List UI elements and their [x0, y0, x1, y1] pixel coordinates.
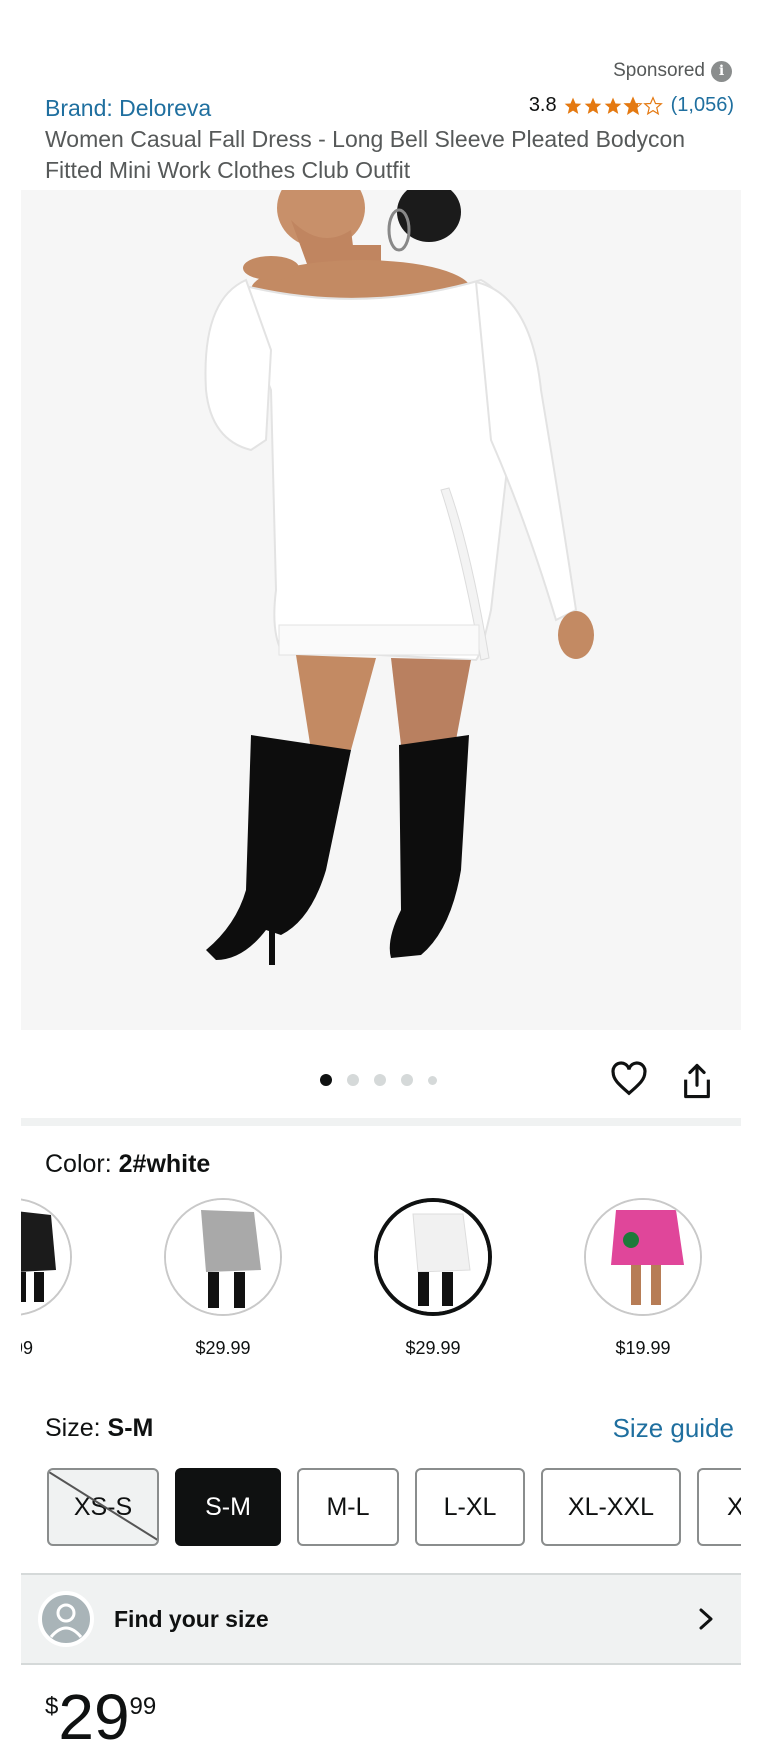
heart-icon[interactable]	[610, 1061, 648, 1097]
gallery-dot[interactable]	[428, 1075, 437, 1085]
size-option-label: M-L	[326, 1492, 370, 1521]
gallery-dot[interactable]	[401, 1074, 413, 1086]
share-icon[interactable]	[680, 1062, 714, 1100]
size-option-label: XL-XXL	[567, 1492, 655, 1521]
product-photo	[21, 190, 741, 1030]
gallery-dot[interactable]	[374, 1074, 386, 1086]
selected-size: S-M	[107, 1414, 154, 1442]
star-icon	[604, 97, 621, 114]
avatar-icon	[38, 1591, 94, 1647]
size-option-label: X	[727, 1492, 741, 1521]
star-icon	[564, 97, 581, 114]
star-icon	[623, 95, 643, 115]
sponsored-text: Sponsored	[613, 60, 705, 81]
unavailable-slash	[49, 1471, 157, 1544]
size-label: Size: S-M	[45, 1414, 153, 1443]
color-option-black[interactable]: .9.99	[21, 1198, 73, 1359]
gallery-pagination[interactable]	[320, 1074, 437, 1086]
info-icon[interactable]: i	[711, 60, 732, 82]
size-option[interactable]: L-XL	[415, 1468, 525, 1546]
product-price: $ 29 99	[45, 1685, 156, 1749]
star-icon	[584, 97, 601, 114]
size-option-selected[interactable]: S-M	[175, 1468, 281, 1546]
swatch-price: $19.99	[615, 1338, 671, 1358]
price-fraction: 99	[129, 1693, 157, 1720]
swatch-image	[374, 1198, 492, 1316]
swatch-price: $29.99	[405, 1338, 461, 1358]
selected-color: 2#white	[118, 1150, 211, 1178]
size-options[interactable]: XS-S S-M M-L L-XL XL-XXL X	[21, 1468, 741, 1548]
size-option[interactable]: X	[697, 1468, 741, 1546]
size-option[interactable]: XL-XXL	[541, 1468, 681, 1546]
swatch-image	[584, 1198, 702, 1316]
star-rating	[563, 95, 663, 116]
brand-link[interactable]: Brand: Deloreva	[45, 95, 211, 122]
price-symbol: $	[45, 1693, 59, 1720]
size-option[interactable]: M-L	[297, 1468, 399, 1546]
size-option-label: S-M	[205, 1492, 251, 1521]
rating[interactable]: 3.8 (1,056)	[529, 94, 734, 117]
size-label-text: Size:	[45, 1414, 108, 1442]
size-option-unavailable[interactable]: XS-S	[47, 1468, 159, 1546]
color-option-gray[interactable]: $29.99	[163, 1198, 283, 1359]
find-your-size-label: Find your size	[114, 1605, 269, 1632]
star-empty-icon	[642, 95, 663, 115]
section-divider	[21, 1118, 741, 1126]
size-option-label: L-XL	[443, 1492, 497, 1521]
gallery-dot[interactable]	[347, 1074, 359, 1086]
sponsored-label[interactable]: Sponsored i	[613, 60, 732, 82]
color-label: Color: 2#white	[45, 1150, 210, 1179]
color-option-white[interactable]: $29.99	[373, 1198, 493, 1359]
swatch-price: $29.99	[195, 1338, 251, 1358]
color-option-pink[interactable]: $19.99	[583, 1198, 703, 1359]
find-your-size-row[interactable]: Find your size	[21, 1573, 741, 1665]
swatch-image	[164, 1198, 282, 1316]
color-swatches[interactable]: .9.99 $29.99 $29.99 $19.99	[21, 1198, 741, 1368]
size-guide-link[interactable]: Size guide	[613, 1413, 734, 1444]
color-label-text: Color:	[45, 1150, 119, 1178]
price-whole: 29	[58, 1681, 130, 1751]
review-count[interactable]: (1,056)	[671, 94, 734, 117]
chevron-right-icon	[699, 1608, 713, 1630]
rating-value: 3.8	[528, 94, 557, 116]
swatch-image	[21, 1198, 72, 1316]
product-image[interactable]	[21, 190, 741, 1030]
gallery-dot[interactable]	[320, 1074, 332, 1086]
swatch-price: .9.99	[21, 1338, 34, 1358]
product-title: Women Casual Fall Dress - Long Bell Slee…	[45, 126, 686, 183]
